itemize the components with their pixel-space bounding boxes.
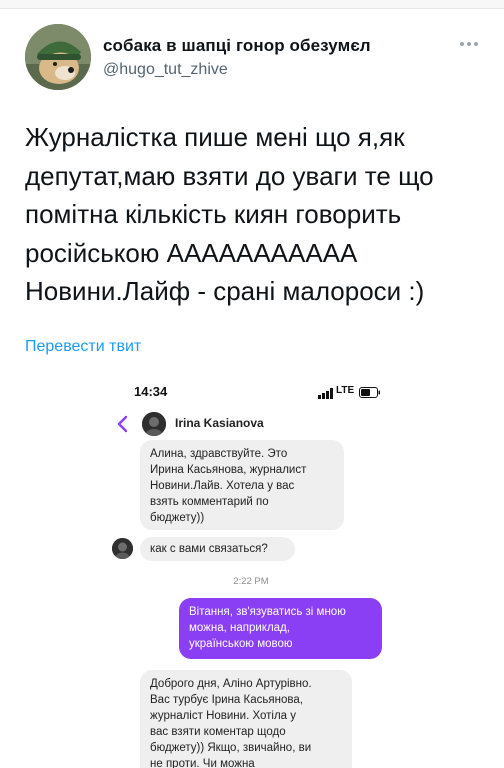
message-line: Вас турбує Ірина Касьянова,	[150, 694, 303, 706]
tweet-page: собака в шапці гонор обезумєл @hugo_tut_…	[0, 0, 504, 768]
message-line: журналіст Новини. Хотіла у	[150, 710, 297, 722]
user-avatar[interactable]	[25, 24, 91, 90]
sender-avatar	[112, 538, 133, 559]
top-divider	[0, 0, 504, 9]
message-line: бюджету))	[150, 512, 205, 524]
message-line: не проти. Чи можна	[150, 758, 255, 768]
translate-tweet-link[interactable]: Перевести твит	[25, 338, 141, 356]
message-line: Ирина Касьянова, журналист	[150, 464, 307, 476]
network-type: LTE	[336, 385, 355, 396]
tweet-text-line: російською ААААААААААА	[25, 237, 358, 268]
message-line: Новини.Лайв. Хотела у вас	[150, 480, 295, 492]
message-bubble-incoming: Доброго дня, Аліно Артурівно. Вас турбує…	[140, 670, 352, 768]
signal-bars-icon	[318, 386, 334, 399]
tweet-text: Журналістка пише мені що я,як депутат,ма…	[25, 118, 495, 311]
message-bubble-incoming: как с вами связаться?	[140, 537, 295, 561]
message-line: взять комментарий по	[150, 496, 269, 508]
tweet-text-line: Журналістка пише мені що я,як	[25, 122, 405, 152]
message-line: как с вами связаться?	[150, 543, 268, 555]
dog-in-hat-avatar-icon	[25, 24, 91, 90]
contact-avatar[interactable]	[142, 412, 166, 436]
user-handle[interactable]: @hugo_tut_zhive	[103, 61, 228, 79]
message-line: Доброго дня, Аліно Артурівно.	[150, 678, 312, 690]
message-line: Алина, здравствуйте. Это	[150, 448, 288, 460]
tweet-text-line: Новини.Лайф - срані малороси :)	[25, 276, 425, 306]
message-timestamp: 2:22 PM	[233, 576, 269, 587]
contact-name[interactable]: Irina Kasianova	[175, 416, 264, 430]
message-bubble-incoming: Алина, здравствуйте. Это Ирина Касьянова…	[140, 440, 344, 530]
message-bubble-outgoing: Вітання, зв'язуватись зі мною можна, нап…	[179, 598, 382, 659]
display-name[interactable]: собака в шапці гонор обезумєл	[103, 36, 371, 56]
status-bar-time: 14:34	[134, 384, 168, 399]
message-line: вас взяти коментар щодо	[150, 726, 286, 738]
tweet-text-line: помітна кількість киян говорить	[25, 199, 402, 229]
more-dots-icon[interactable]	[458, 36, 480, 46]
chevron-left-icon[interactable]	[116, 415, 128, 433]
attached-screenshot[interactable]: 14:34 LTE Irina Kasianova Алина, здравст…	[98, 368, 418, 768]
message-line: можна, наприклад,	[189, 622, 290, 634]
message-line: Вітання, зв'язуватись зі мною	[189, 606, 346, 618]
message-line: бюджету)) Якщо, звичайно, ви	[150, 742, 312, 754]
message-line: українською мовою	[189, 638, 293, 650]
battery-icon	[359, 385, 381, 398]
tweet-text-line: депутат,маю взяти до уваги те що	[25, 160, 434, 191]
